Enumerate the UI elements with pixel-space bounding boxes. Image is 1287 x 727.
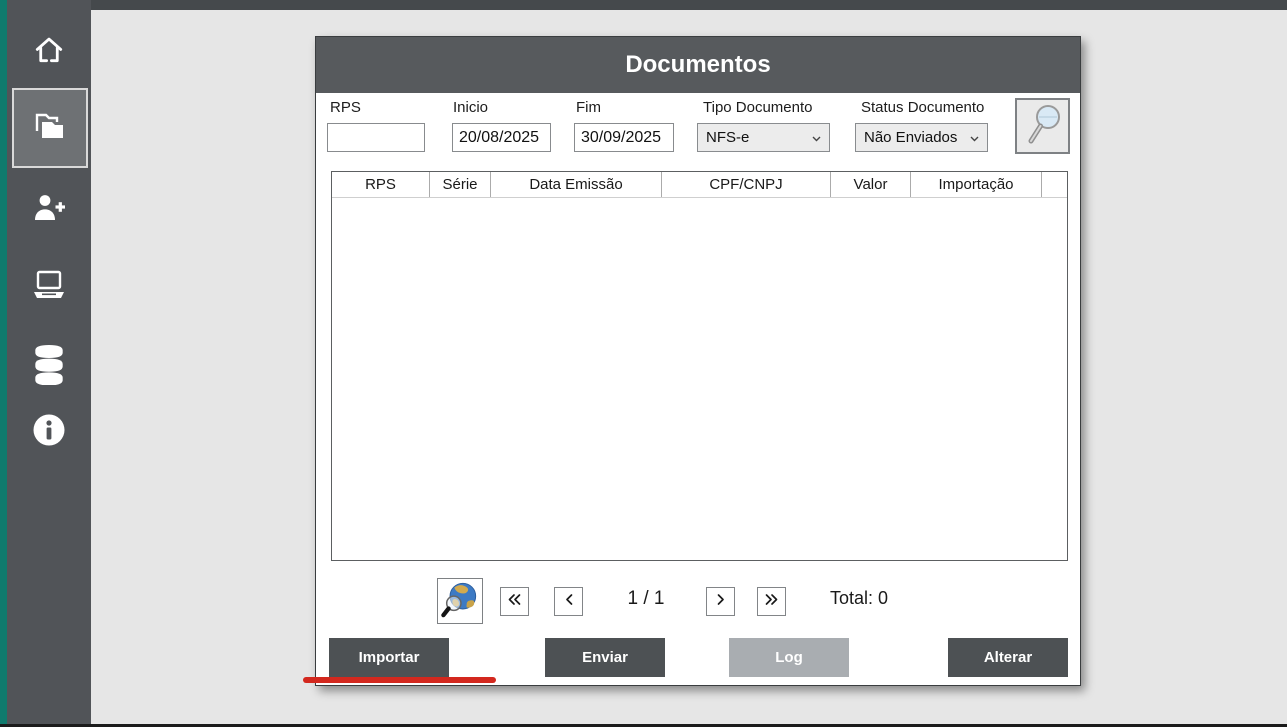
person-add-icon bbox=[32, 192, 66, 224]
fim-input[interactable] bbox=[574, 123, 674, 152]
log-button: Log bbox=[729, 638, 849, 677]
web-search-button[interactable] bbox=[437, 578, 483, 624]
previous-page-button[interactable] bbox=[554, 587, 583, 616]
dialog-title: Documentos bbox=[316, 37, 1080, 93]
laptop-icon bbox=[30, 268, 68, 304]
status-documento-value: Não Enviados bbox=[864, 129, 966, 146]
sidebar-item-database[interactable] bbox=[7, 343, 91, 387]
sidebar-item-add-user[interactable] bbox=[7, 190, 91, 226]
total-count: Total: 0 bbox=[830, 588, 888, 609]
documentos-dialog: Documentos RPS Inicio Fim Tipo Documento… bbox=[315, 36, 1081, 686]
sidebar bbox=[7, 0, 91, 727]
chevron-right-icon bbox=[716, 593, 726, 611]
table-body-empty bbox=[332, 198, 1067, 560]
globe-magnifier-icon bbox=[441, 580, 479, 623]
tipo-documento-select[interactable]: NFS-e bbox=[697, 123, 830, 152]
column-header-data-emissao[interactable]: Data Emissão bbox=[491, 172, 662, 197]
accent-strip bbox=[0, 0, 7, 727]
database-icon bbox=[33, 345, 65, 385]
column-header-rps[interactable]: RPS bbox=[332, 172, 430, 197]
info-icon bbox=[32, 413, 66, 447]
fim-label: Fim bbox=[576, 99, 601, 116]
status-documento-label: Status Documento bbox=[861, 99, 984, 116]
rps-input[interactable] bbox=[327, 123, 425, 152]
chevron-left-icon bbox=[564, 593, 574, 611]
app-screen: Documentos RPS Inicio Fim Tipo Documento… bbox=[0, 0, 1287, 727]
sidebar-item-home[interactable] bbox=[7, 33, 91, 67]
magnifier-icon bbox=[1023, 102, 1063, 151]
double-chevron-left-icon bbox=[507, 593, 522, 611]
last-page-button[interactable] bbox=[757, 587, 786, 616]
alterar-button[interactable]: Alterar bbox=[948, 638, 1068, 677]
next-page-button[interactable] bbox=[706, 587, 735, 616]
column-header-serie[interactable]: Série bbox=[430, 172, 491, 197]
column-header-valor[interactable]: Valor bbox=[831, 172, 911, 197]
documents-table: RPS Série Data Emissão CPF/CNPJ Valor Im… bbox=[331, 171, 1068, 561]
sidebar-item-documents[interactable] bbox=[12, 88, 88, 168]
column-header-stub bbox=[1042, 172, 1067, 197]
tipo-documento-label: Tipo Documento bbox=[703, 99, 813, 116]
first-page-button[interactable] bbox=[500, 587, 529, 616]
rps-label: RPS bbox=[330, 99, 361, 116]
search-button[interactable] bbox=[1015, 98, 1070, 154]
double-chevron-right-icon bbox=[764, 593, 779, 611]
chevron-down-icon bbox=[812, 129, 821, 146]
home-icon bbox=[33, 34, 65, 66]
importar-button[interactable]: Importar bbox=[329, 638, 449, 677]
folders-icon bbox=[31, 109, 69, 148]
window-top-edge bbox=[0, 0, 1287, 10]
inicio-input[interactable] bbox=[452, 123, 551, 152]
sidebar-item-terminal[interactable] bbox=[7, 266, 91, 306]
sidebar-item-info[interactable] bbox=[7, 412, 91, 448]
status-documento-select[interactable]: Não Enviados bbox=[855, 123, 988, 152]
red-underline-annotation bbox=[303, 677, 496, 683]
column-header-importacao[interactable]: Importação bbox=[911, 172, 1042, 197]
chevron-down-icon bbox=[970, 129, 979, 146]
inicio-label: Inicio bbox=[453, 99, 488, 116]
column-header-cpf-cnpj[interactable]: CPF/CNPJ bbox=[662, 172, 831, 197]
page-indicator: 1 / 1 bbox=[604, 588, 688, 610]
tipo-documento-value: NFS-e bbox=[706, 129, 808, 146]
table-header-row: RPS Série Data Emissão CPF/CNPJ Valor Im… bbox=[332, 172, 1067, 198]
enviar-button[interactable]: Enviar bbox=[545, 638, 665, 677]
